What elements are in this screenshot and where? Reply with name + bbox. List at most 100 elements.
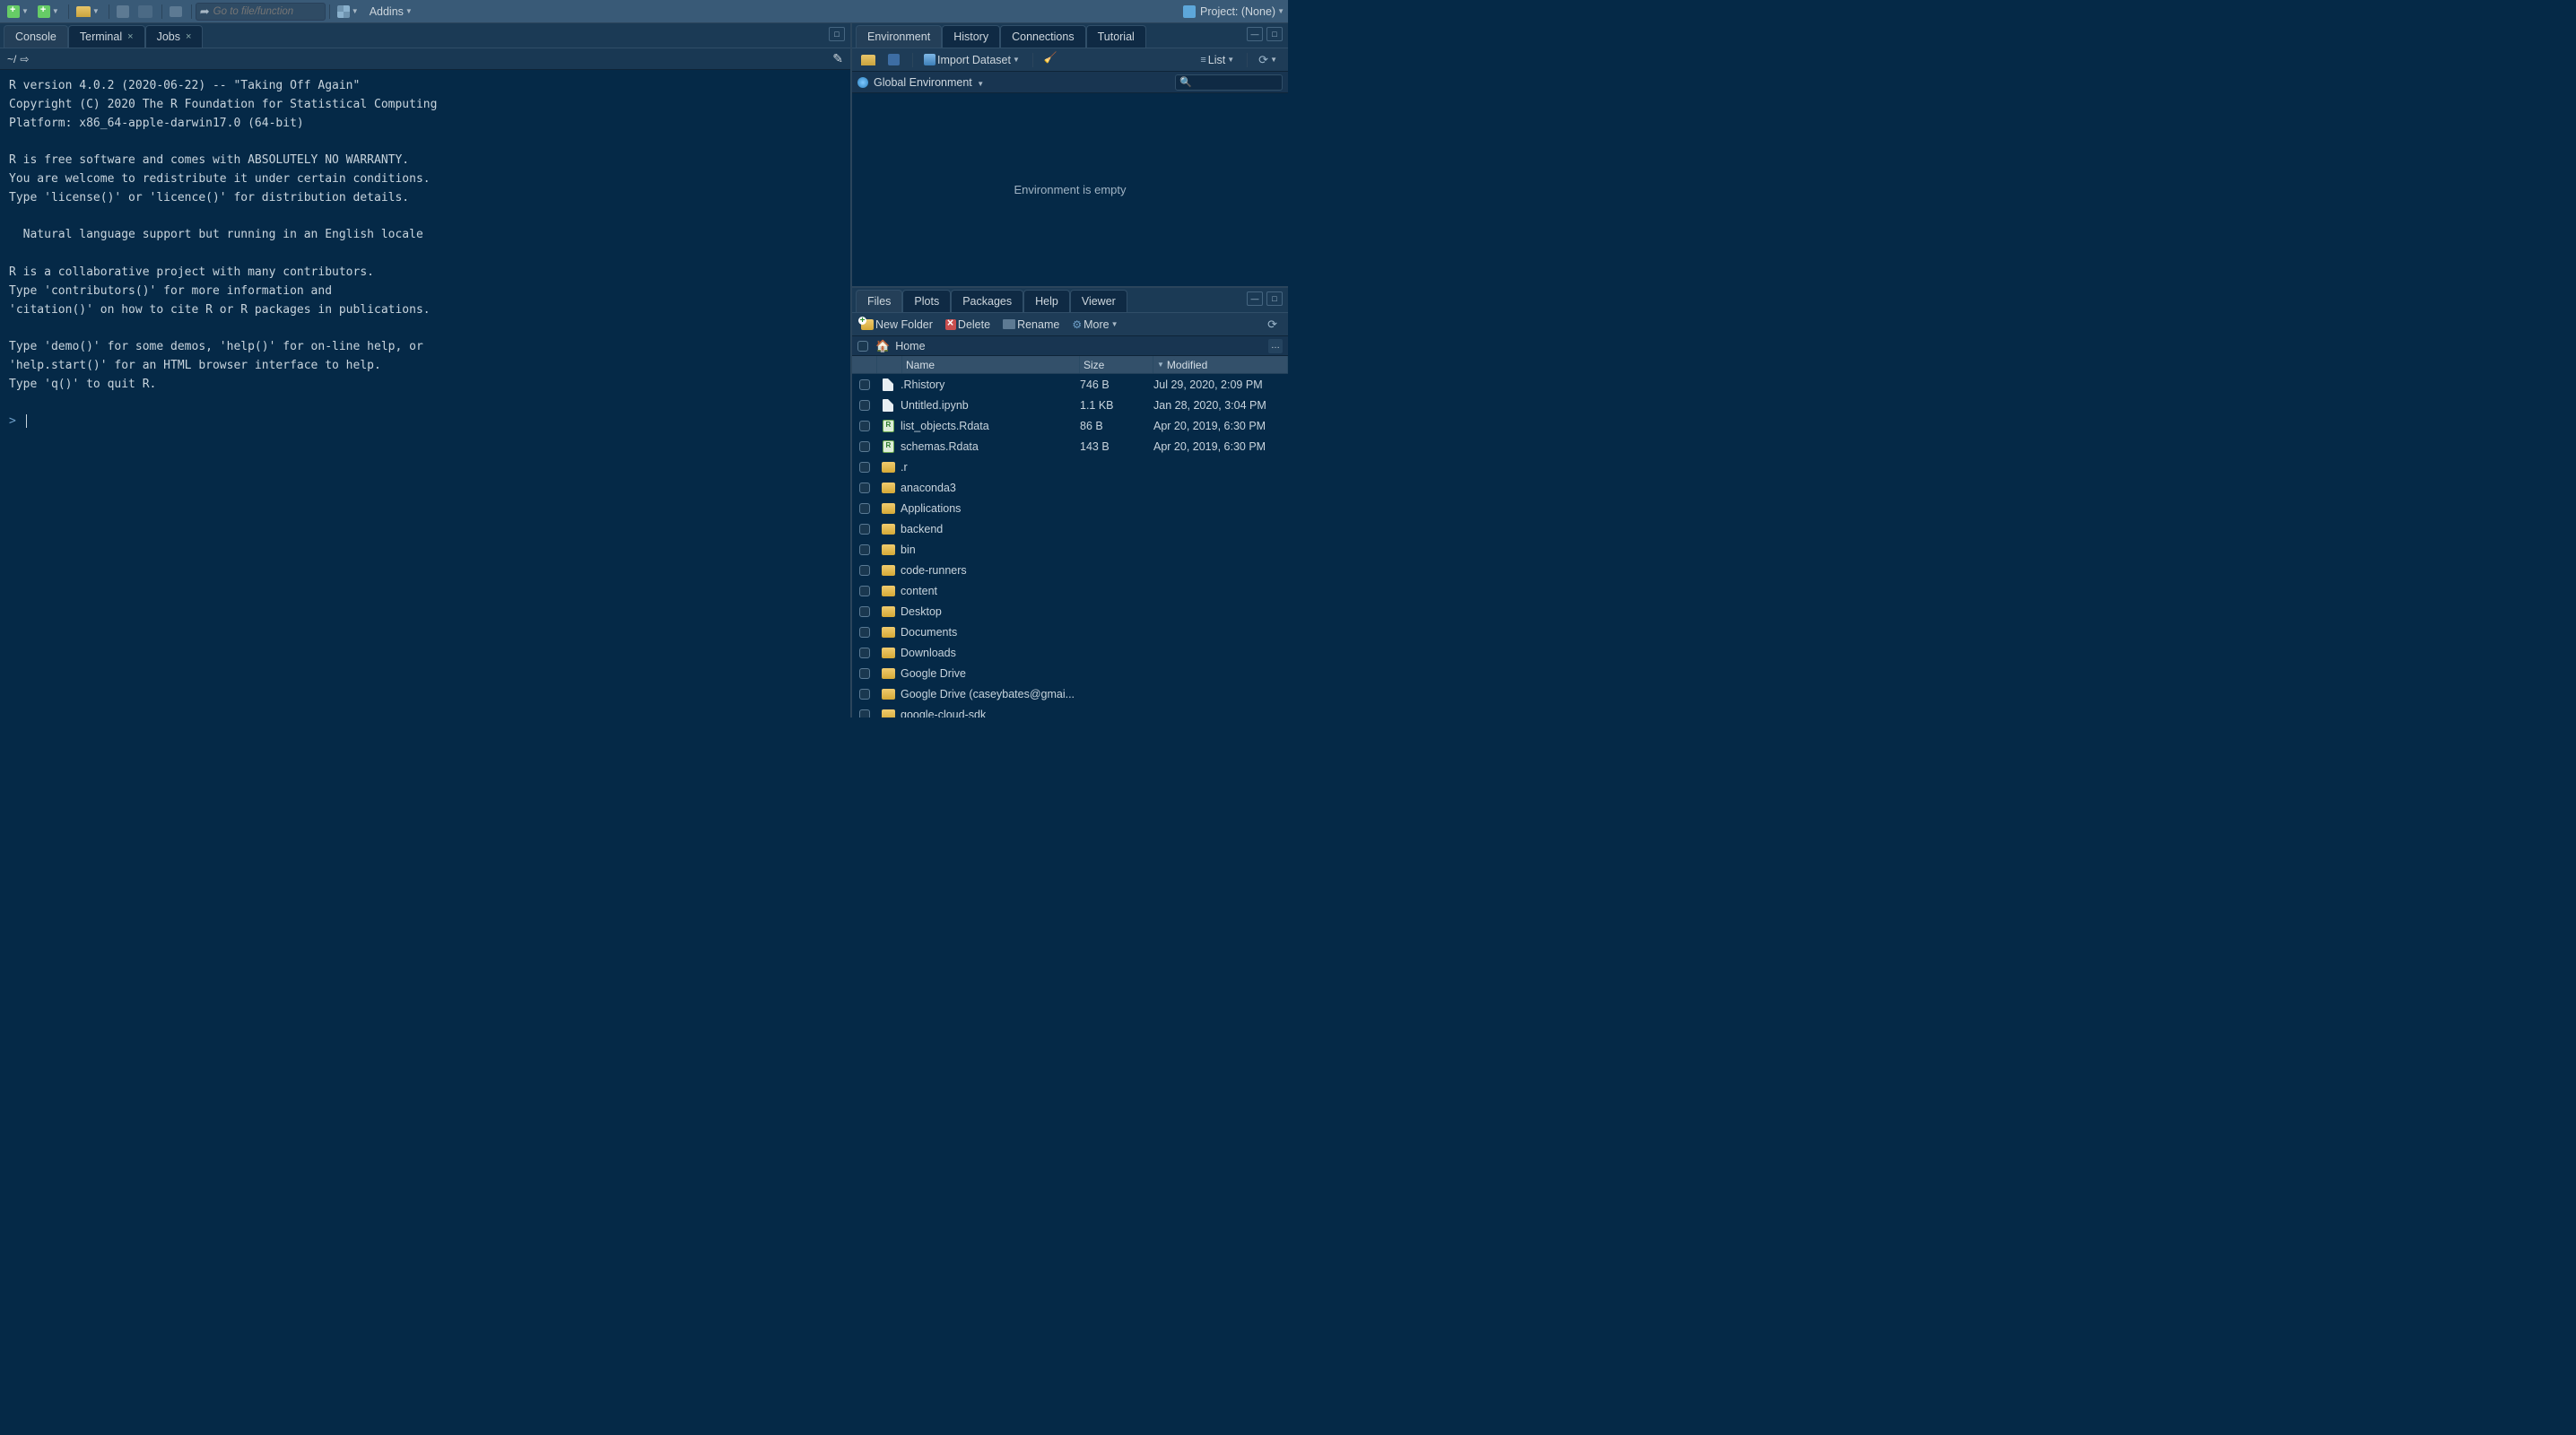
minimize-pane-button[interactable]: — [1247, 291, 1263, 306]
save-button[interactable] [113, 3, 133, 21]
file-name[interactable]: Applications [899, 502, 1080, 515]
file-checkbox[interactable] [859, 627, 870, 638]
files-list[interactable]: .Rhistory746 BJul 29, 2020, 2:09 PMUntit… [852, 374, 1288, 718]
file-checkbox[interactable] [859, 648, 870, 658]
file-name[interactable]: content [899, 585, 1080, 597]
rename-button[interactable]: Rename [999, 316, 1063, 334]
refresh-files-button[interactable]: ⟳ [1264, 316, 1281, 334]
tab-terminal[interactable]: Terminal× [68, 25, 145, 48]
home-icon[interactable]: 🏠 [875, 339, 890, 353]
goto-input[interactable] [213, 6, 321, 17]
file-name[interactable]: code-runners [899, 564, 1080, 577]
file-row[interactable]: Downloads [852, 642, 1288, 663]
new-file-button[interactable]: ▼ [4, 3, 32, 21]
file-row[interactable]: .r [852, 457, 1288, 477]
delete-button[interactable]: Delete [942, 316, 994, 334]
file-checkbox[interactable] [859, 524, 870, 535]
more-button[interactable]: ⚙More▼ [1068, 316, 1121, 334]
file-row[interactable]: Untitled.ipynb1.1 KBJan 28, 2020, 3:04 P… [852, 395, 1288, 415]
file-checkbox[interactable] [859, 421, 870, 431]
tab-packages[interactable]: Packages [951, 290, 1023, 312]
file-name[interactable]: Desktop [899, 605, 1080, 618]
tab-jobs[interactable]: Jobs× [145, 25, 204, 48]
file-row[interactable]: list_objects.Rdata86 BApr 20, 2019, 6:30… [852, 415, 1288, 436]
refresh-env-button[interactable]: ⟳▼ [1255, 51, 1281, 69]
import-dataset-button[interactable]: Import Dataset▼ [920, 51, 1023, 69]
breadcrumb-home[interactable]: Home [895, 340, 925, 352]
open-working-dir-icon[interactable]: ⇨ [20, 53, 29, 65]
clear-console-icon[interactable]: ✎ [832, 51, 843, 66]
clear-workspace-button[interactable] [1040, 51, 1060, 69]
select-all-checkbox[interactable] [857, 341, 868, 352]
file-checkbox[interactable] [859, 483, 870, 493]
goto-file-function-input[interactable]: ➦ [196, 3, 326, 21]
file-checkbox[interactable] [859, 379, 870, 390]
file-row[interactable]: .Rhistory746 BJul 29, 2020, 2:09 PM [852, 374, 1288, 395]
file-checkbox[interactable] [859, 709, 870, 718]
maximize-pane-button[interactable]: □ [1266, 27, 1283, 41]
file-row[interactable]: Applications [852, 498, 1288, 518]
close-icon[interactable]: × [127, 31, 133, 42]
column-modified[interactable]: ▼Modified [1153, 356, 1288, 373]
file-row[interactable]: anaconda3 [852, 477, 1288, 498]
file-name[interactable]: bin [899, 544, 1080, 556]
file-name[interactable]: Downloads [899, 647, 1080, 659]
tab-environment[interactable]: Environment [856, 25, 942, 48]
save-workspace-button[interactable] [884, 51, 903, 69]
new-folder-button[interactable]: New Folder [857, 316, 936, 334]
save-all-button[interactable] [135, 3, 156, 21]
file-name[interactable]: backend [899, 523, 1080, 535]
file-row[interactable]: Google Drive (caseybates@gmai... [852, 683, 1288, 704]
tab-files[interactable]: Files [856, 290, 902, 312]
column-size[interactable]: Size [1080, 356, 1153, 373]
load-workspace-button[interactable] [857, 51, 879, 69]
file-checkbox[interactable] [859, 400, 870, 411]
list-view-button[interactable]: ≡List▼ [1197, 51, 1238, 69]
file-name[interactable]: Google Drive (caseybates@gmai... [899, 688, 1080, 700]
environment-search-input[interactable]: 🔍 [1175, 74, 1283, 91]
file-checkbox[interactable] [859, 689, 870, 700]
environment-scope-selector[interactable]: Global Environment ▼ [874, 76, 984, 89]
file-name[interactable]: .Rhistory [899, 378, 1080, 391]
maximize-pane-button[interactable]: □ [829, 27, 845, 41]
file-row[interactable]: content [852, 580, 1288, 601]
file-row[interactable]: Desktop [852, 601, 1288, 622]
file-name[interactable]: anaconda3 [899, 482, 1080, 494]
file-name[interactable]: Google Drive [899, 667, 1080, 680]
file-name[interactable]: schemas.Rdata [899, 440, 1080, 453]
file-checkbox[interactable] [859, 441, 870, 452]
file-row[interactable]: Google Drive [852, 663, 1288, 683]
addins-menu[interactable]: Addins▼ [370, 5, 413, 18]
file-name[interactable]: Documents [899, 626, 1080, 639]
new-project-button[interactable]: ▼ [34, 3, 63, 21]
tab-plots[interactable]: Plots [902, 290, 951, 312]
file-row[interactable]: bin [852, 539, 1288, 560]
file-checkbox[interactable] [859, 565, 870, 576]
file-row[interactable]: code-runners [852, 560, 1288, 580]
tab-help[interactable]: Help [1023, 290, 1070, 312]
file-name[interactable]: list_objects.Rdata [899, 420, 1080, 432]
file-checkbox[interactable] [859, 668, 870, 679]
tab-console[interactable]: Console [4, 25, 68, 48]
file-checkbox[interactable] [859, 606, 870, 617]
tab-viewer[interactable]: Viewer [1070, 290, 1127, 312]
file-name[interactable]: google-cloud-sdk [899, 709, 1080, 718]
file-checkbox[interactable] [859, 503, 870, 514]
close-icon[interactable]: × [186, 31, 191, 42]
tab-tutorial[interactable]: Tutorial [1086, 25, 1146, 48]
tab-history[interactable]: History [942, 25, 1000, 48]
print-button[interactable] [166, 3, 186, 21]
file-checkbox[interactable] [859, 586, 870, 596]
minimize-pane-button[interactable]: — [1247, 27, 1263, 41]
maximize-pane-button[interactable]: □ [1266, 291, 1283, 306]
file-row[interactable]: schemas.Rdata143 BApr 20, 2019, 6:30 PM [852, 436, 1288, 457]
tab-connections[interactable]: Connections [1000, 25, 1086, 48]
file-row[interactable]: backend [852, 518, 1288, 539]
file-name[interactable]: .r [899, 461, 1080, 474]
console-output[interactable]: R version 4.0.2 (2020-06-22) -- "Taking … [0, 70, 850, 718]
column-name[interactable]: Name [902, 356, 1080, 373]
file-checkbox[interactable] [859, 544, 870, 555]
file-row[interactable]: Documents [852, 622, 1288, 642]
pane-layout-button[interactable]: ▼ [334, 3, 362, 21]
file-row[interactable]: google-cloud-sdk [852, 704, 1288, 718]
